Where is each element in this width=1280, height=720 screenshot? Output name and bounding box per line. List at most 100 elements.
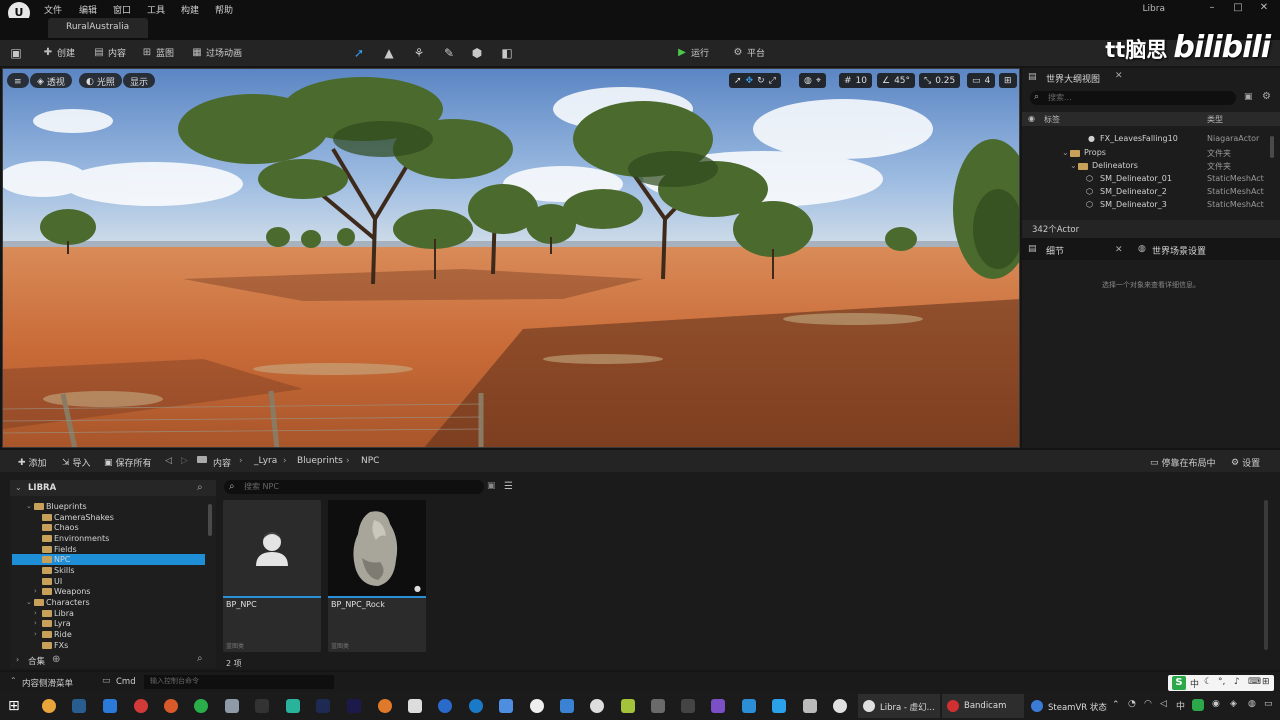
foliage-mode-icon[interactable]: ⚘ <box>411 45 427 61</box>
add-collection-icon[interactable]: ⊕ <box>52 654 60 665</box>
outliner-tab[interactable]: 世界大纲视图 <box>1028 68 1100 86</box>
tree-item-skills[interactable]: Skills <box>42 565 75 575</box>
tree-item-chaos[interactable]: Chaos <box>42 522 79 532</box>
vscode-icon[interactable] <box>742 699 756 713</box>
photoshop-icon[interactable] <box>316 699 330 713</box>
menu-window[interactable]: 窗口 <box>113 3 131 16</box>
breadcrumb-content[interactable]: 内容 <box>213 456 231 469</box>
save-all-button[interactable]: ▣ 保存所有 <box>104 456 152 470</box>
breadcrumb-blueprints[interactable]: Blueprints <box>297 456 343 466</box>
asset-search-input[interactable]: 搜索 NPC <box>224 480 484 494</box>
details-close-button[interactable]: ✕ <box>1115 245 1123 255</box>
add-folder-icon[interactable]: ▣ <box>1244 92 1253 102</box>
app-icon[interactable] <box>408 699 422 713</box>
outliner-close-button[interactable]: ✕ <box>1115 71 1123 81</box>
back-icon[interactable]: ◁ <box>165 456 172 466</box>
chevron-down-icon[interactable]: ⌄ <box>1062 148 1069 157</box>
steam-icon[interactable] <box>72 699 86 713</box>
outliner-row[interactable]: ⌄ Delineators 文件夹 <box>1022 161 1268 174</box>
tray-app-icon[interactable]: ◔ <box>1128 699 1136 709</box>
scale-icon[interactable]: ⤢ <box>769 76 776 86</box>
breadcrumb-npc[interactable]: NPC <box>361 456 379 466</box>
filter-icon[interactable]: ☰ <box>504 481 513 492</box>
tray-app-icon[interactable] <box>1192 699 1204 711</box>
tray-app-icon[interactable]: ◉ <box>1212 699 1220 709</box>
menu-file[interactable]: 文件 <box>44 3 62 16</box>
tray-app-icon[interactable]: ◈ <box>1230 699 1237 709</box>
minimize-button[interactable]: – <box>1206 3 1218 13</box>
outliner-row[interactable]: ● FX_LeavesFalling10 NiagaraActor <box>1022 134 1268 147</box>
save-search-icon[interactable]: ▣ <box>487 481 496 491</box>
app-icon[interactable] <box>469 699 483 713</box>
content-button[interactable]: ▤ 内容 <box>93 46 126 60</box>
tree-item-ui[interactable]: UI <box>42 576 62 586</box>
wechat-icon[interactable] <box>194 699 208 713</box>
grid-snap-button[interactable]: #10 <box>839 73 872 88</box>
outliner-row[interactable]: ⬡ SM_Delineator_2 StaticMeshAct <box>1022 187 1268 200</box>
select-mode-icon[interactable]: ➚ <box>351 45 367 61</box>
rotate-icon[interactable]: ↻ <box>757 76 765 86</box>
outliner-row[interactable]: ⬡ SM_Delineator_01 StaticMeshAct <box>1022 174 1268 187</box>
app-icon[interactable] <box>499 699 513 713</box>
lighting-button[interactable]: ◐ 光照 <box>79 73 122 88</box>
after-effects-icon[interactable] <box>347 699 361 713</box>
tree-item-weapons[interactable]: › Weapons <box>34 586 90 596</box>
outliner-scrollbar[interactable] <box>1270 136 1274 158</box>
notifications-icon[interactable]: ▭ <box>1264 699 1273 709</box>
camera-speed-button[interactable]: ▭ 4 <box>967 73 996 88</box>
netease-music-icon[interactable] <box>134 699 148 713</box>
platforms-button[interactable]: ⚙ 平台 <box>732 46 766 60</box>
move-icon[interactable]: ✥ <box>746 76 754 86</box>
eye-icon[interactable]: ◉ <box>1028 114 1035 123</box>
landscape-mode-icon[interactable]: ▲ <box>381 45 397 61</box>
add-button[interactable]: ✚ 添加 <box>18 456 47 470</box>
language-indicator[interactable]: 中 <box>1176 699 1185 712</box>
tree-item-fxs[interactable]: FXs <box>34 640 68 650</box>
app-icon[interactable] <box>530 699 544 713</box>
cmd-dropdown[interactable]: Cmd <box>116 677 136 687</box>
tray-app-icon[interactable]: ◍ <box>1248 699 1256 709</box>
breadcrumb-lyra[interactable]: _Lyra <box>254 456 277 466</box>
world-local-toggle[interactable]: ◍ ⌖ <box>799 73 826 88</box>
asset-tile-bp-npc[interactable]: BP_NPC 蓝图类 <box>223 500 321 652</box>
search-icon[interactable]: ⌕ <box>197 653 203 664</box>
live-app-icon[interactable] <box>255 699 269 713</box>
tree-item-environments[interactable]: Environments <box>42 533 109 543</box>
play-button[interactable]: ▶ 运行 <box>676 46 709 60</box>
menu-help[interactable]: 帮助 <box>215 3 233 16</box>
chevron-down-icon[interactable]: ⌄ <box>15 483 22 492</box>
app-icon[interactable] <box>286 699 300 713</box>
viewport-menu-button[interactable]: ≡ <box>7 73 29 88</box>
tree-item-blueprints[interactable]: ⌄ Blueprints <box>26 501 87 511</box>
asset-scrollbar[interactable] <box>1264 500 1268 650</box>
chrome-icon[interactable] <box>42 699 56 713</box>
calculator-icon[interactable] <box>560 699 574 713</box>
chevron-right-icon[interactable]: › <box>16 655 19 664</box>
fracture-mode-icon[interactable]: ⬢ <box>469 45 485 61</box>
tree-item-fields[interactable]: Fields <box>42 544 77 554</box>
forward-icon[interactable]: ▷ <box>181 456 188 466</box>
column-type[interactable]: 类型 <box>1207 114 1223 125</box>
modeling-mode-icon[interactable]: ◧ <box>499 45 515 61</box>
camera-app-icon[interactable] <box>225 699 239 713</box>
outliner-search-input[interactable]: 搜索... <box>1030 91 1236 105</box>
outliner-row[interactable]: ⬡ SM_Delineator_3 StaticMeshAct <box>1022 200 1268 213</box>
terminal-icon[interactable] <box>681 699 695 713</box>
app-icon[interactable] <box>103 699 117 713</box>
cinematics-button[interactable]: ▦ 过场动画 <box>191 46 242 60</box>
chevron-down-icon[interactable]: ⌄ <box>1070 161 1077 170</box>
tree-item-camerashakes[interactable]: CameraShakes <box>42 512 114 522</box>
level-viewport[interactable]: ≡ ◈ 透视 ◐ 光照 显示 ➚ ✥ ↻ ⤢ ◍ ⌖ #10 ∠ 45° ⤡ 0.25 ▭… <box>2 68 1020 448</box>
dock-in-layout-button[interactable]: ▭ 停靠在布局中 <box>1150 456 1216 470</box>
app-icon[interactable] <box>164 699 178 713</box>
tree-item-ride[interactable]: › Ride <box>34 629 72 639</box>
menu-tools[interactable]: 工具 <box>147 3 165 16</box>
world-settings-tab[interactable]: 世界场景设置 <box>1134 240 1206 258</box>
menu-build[interactable]: 构建 <box>181 3 199 16</box>
column-label[interactable]: 标签 <box>1044 114 1060 125</box>
outliner-row[interactable]: ⌄ Props 文件夹 <box>1022 148 1268 161</box>
perspective-button[interactable]: ◈ 透视 <box>30 73 72 88</box>
mesh-paint-mode-icon[interactable]: ✎ <box>441 45 457 61</box>
epic-games-icon[interactable] <box>803 699 817 713</box>
ime-toolbar[interactable]: S 中 ☾ °, ♪ ⌨ ⊞ <box>1168 675 1274 691</box>
